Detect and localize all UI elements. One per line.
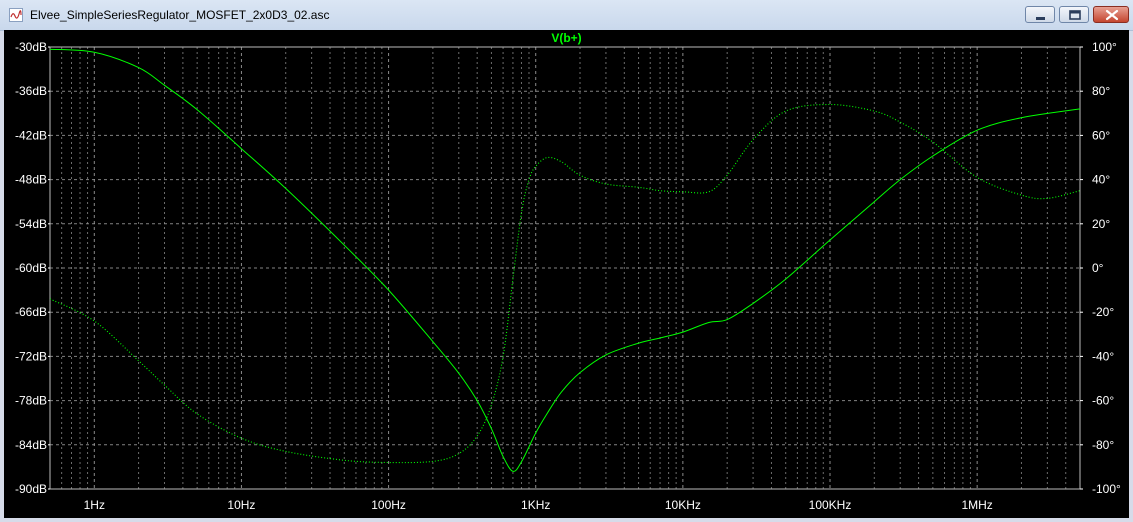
y2-tick-label: -40° [1092, 349, 1114, 363]
x-tick-label: 1KHz [521, 498, 550, 512]
y-tick-label: -48dB [15, 173, 47, 187]
y-tick-label: -78dB [15, 394, 47, 408]
y-tick-label: -84dB [15, 438, 47, 452]
x-tick-label: 1MHz [961, 498, 992, 512]
y-tick-label: -90dB [15, 482, 47, 496]
x-tick-label: 100KHz [809, 498, 852, 512]
minimize-button[interactable] [1025, 6, 1055, 23]
y2-tick-label: -80° [1092, 438, 1114, 452]
x-tick-label: 1Hz [84, 498, 105, 512]
minimize-icon [1036, 17, 1045, 20]
y2-tick-label: 80° [1092, 84, 1110, 98]
bode-plot[interactable]: -30dB-36dB-42dB-48dB-54dB-60dB-66dB-72dB… [4, 30, 1129, 518]
maximize-icon [1069, 10, 1081, 20]
close-button[interactable] [1093, 6, 1129, 23]
trace-label[interactable]: V(b+) [4, 31, 1129, 45]
y2-tick-label: -60° [1092, 394, 1114, 408]
y2-tick-label: 60° [1092, 128, 1110, 142]
maximize-button[interactable] [1059, 6, 1089, 23]
y-tick-label: -54dB [15, 217, 47, 231]
plot-frame [49, 46, 1081, 490]
y2-tick-label: 0° [1092, 261, 1104, 275]
y2-tick-label: -100° [1092, 482, 1121, 496]
waveform-app-icon [9, 8, 23, 22]
x-tick-label: 10Hz [227, 498, 255, 512]
waveform-plot-pane[interactable]: -30dB -36dB -42dB -48dB -54dB -60dB -66dB -72dB… [4, 30, 1129, 518]
x-tick-label: 100Hz [371, 498, 406, 512]
y-tick-label: -72dB [15, 349, 47, 363]
window-titlebar[interactable]: Elvee_SimpleSeriesRegulator_MOSFET_2x0D3… [0, 0, 1133, 31]
y-tick-label: -60dB [15, 261, 47, 275]
y-tick-label: -42dB [15, 128, 47, 142]
y-tick-label: -36dB [15, 84, 47, 98]
y2-tick-label: 40° [1092, 173, 1110, 187]
close-icon [1105, 9, 1119, 21]
window-title: Elvee_SimpleSeriesRegulator_MOSFET_2x0D3… [30, 8, 330, 22]
magnitude-trace [49, 48, 1081, 472]
x-tick-label: 10KHz [665, 498, 701, 512]
y2-tick-label: -20° [1092, 305, 1114, 319]
y-tick-label: -66dB [15, 305, 47, 319]
phase-trace [49, 103, 1081, 464]
y2-tick-label: 20° [1092, 217, 1110, 231]
